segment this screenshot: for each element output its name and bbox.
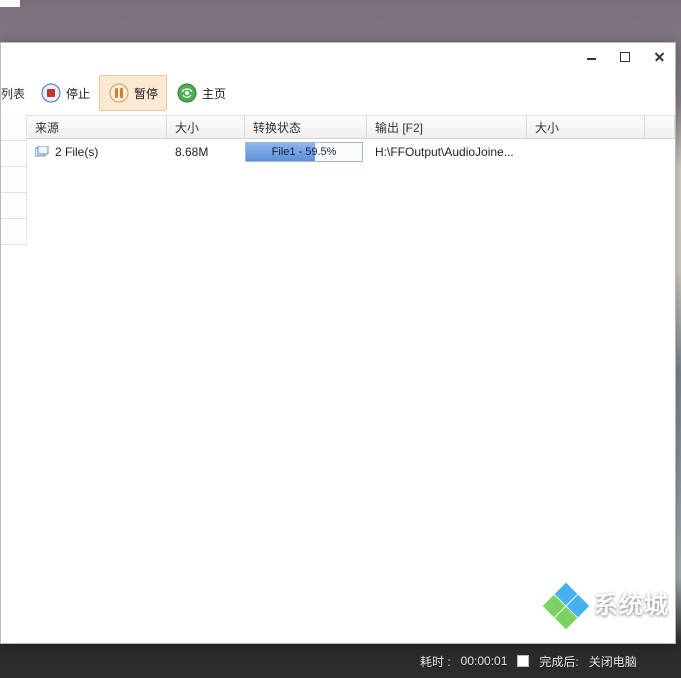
side-cell [1,141,27,167]
col-size[interactable]: 大小 [167,116,245,138]
cell-size2 [527,139,645,165]
close-button[interactable] [649,48,669,66]
maximize-button[interactable] [615,48,635,66]
cell-spacer [645,139,675,165]
left-side-strip [1,115,27,643]
stop-label: 停止 [66,85,90,102]
watermark: 系统城 [546,586,669,626]
side-cell [1,193,27,219]
list-label: 列表 [1,85,25,102]
side-cell [1,167,27,193]
col-size2[interactable]: 大小 [527,116,645,138]
cell-state: File1 - 59.5% [245,139,367,165]
home-icon [176,82,198,104]
files-icon [35,146,49,158]
pause-label: 暂停 [134,85,158,102]
minimize-button[interactable] [581,48,601,66]
after-done-checkbox[interactable] [517,655,529,667]
external-status-bar: 耗时 : 00:00:01 完成后: 关闭电脑 [420,650,671,672]
stop-icon [40,82,62,104]
col-state[interactable]: 转换状态 [245,116,367,138]
watermark-logo-icon [546,586,586,626]
main-area: 来源 大小 转换状态 输出 [F2] 大小 2 File(s) [1,115,675,643]
side-cell [1,219,27,245]
pause-button[interactable]: 暂停 [99,75,167,111]
app-window: 列表 停止 暂停 [0,42,676,644]
cell-output: H:\FFOutput\AudioJoine... [367,139,527,165]
cell-source: 2 File(s) [27,139,167,165]
side-cell [1,115,27,141]
col-state-label: 转换状态 [253,119,301,136]
elapsed-label: 耗时 : [420,653,451,670]
table-header: 来源 大小 转换状态 输出 [F2] 大小 [27,115,675,139]
col-size-label: 大小 [175,119,199,136]
output-value: H:\FFOutput\AudioJoine... [375,145,514,159]
home-label: 主页 [202,85,226,102]
home-button[interactable]: 主页 [167,75,235,111]
toolbar-left-label: 列表 [1,71,31,115]
size-value: 8.68M [175,145,208,159]
after-done-label: 完成后: [539,653,578,670]
progress-bar: File1 - 59.5% [245,142,363,162]
col-source-label: 来源 [35,119,59,136]
toolbar: 列表 停止 暂停 [1,71,675,115]
col-output[interactable]: 输出 [F2] [367,116,527,138]
table-content: 来源 大小 转换状态 输出 [F2] 大小 2 File(s) [27,115,675,643]
progress-text: File1 - 59.5% [272,146,337,158]
after-done-value: 关闭电脑 [589,653,637,670]
col-source[interactable]: 来源 [27,116,167,138]
pause-icon [108,82,130,104]
title-bar [1,43,675,71]
cell-size: 8.68M [167,139,245,165]
elapsed-value: 00:00:01 [461,654,508,668]
col-size2-label: 大小 [535,119,559,136]
col-output-label: 输出 [F2] [375,119,423,136]
table-row[interactable]: 2 File(s) 8.68M File1 - 59.5% H:\FFOutpu… [27,139,675,165]
background-strip [0,0,20,7]
source-value: 2 File(s) [55,145,98,159]
col-spacer [645,116,675,138]
watermark-text: 系统城 [594,593,669,618]
stop-button[interactable]: 停止 [31,75,99,111]
